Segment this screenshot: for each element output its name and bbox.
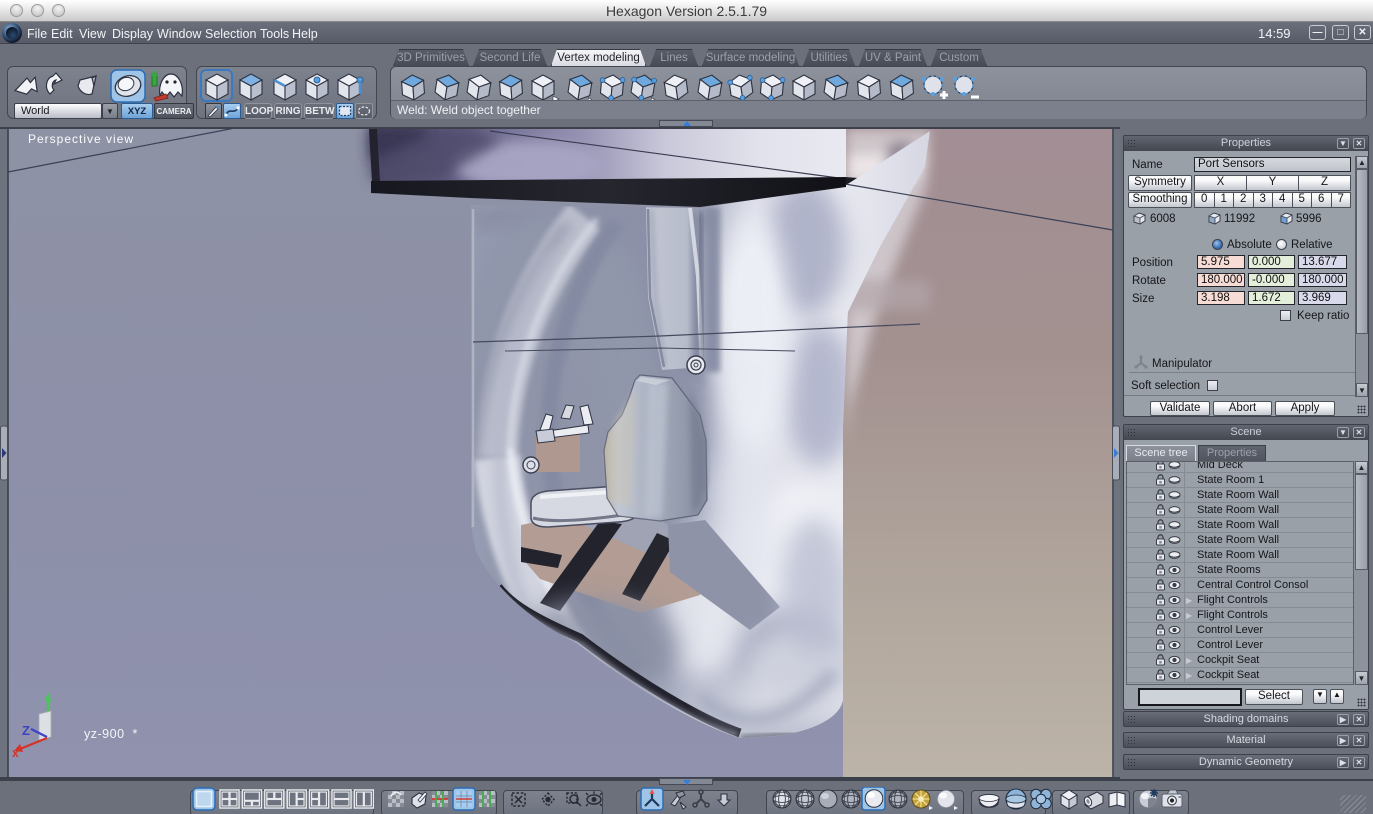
svg-text:Z: Z xyxy=(22,723,30,738)
svg-text:x: x xyxy=(12,746,19,760)
